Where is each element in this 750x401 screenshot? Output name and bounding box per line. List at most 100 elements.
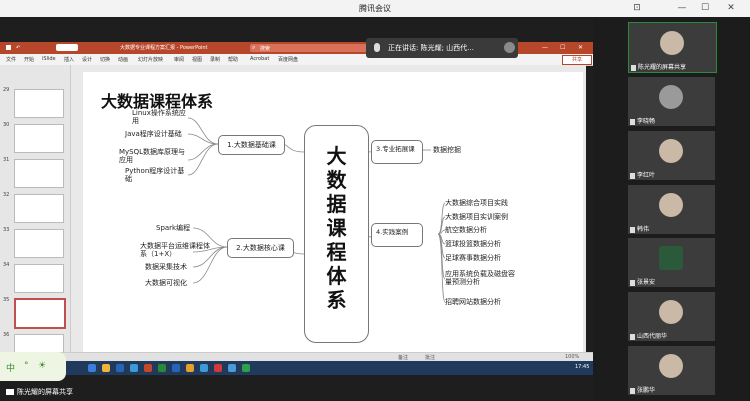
slide-thumbnail[interactable]	[14, 89, 64, 118]
undo-icon[interactable]: ↶	[16, 45, 20, 51]
leaf-item: Spark编程	[156, 224, 191, 232]
ribbon-tab-slideshow[interactable]: 幻灯片放映	[138, 56, 163, 63]
chrome-icon[interactable]	[102, 364, 110, 372]
participant-name: 李红叶	[637, 172, 656, 179]
window-title-bar: 腾讯会议 ⊡ — ☐ ✕	[0, 0, 750, 18]
participant-tile[interactable]: 山西代丽华	[628, 292, 715, 341]
participant-name: 张鹏华	[637, 387, 656, 394]
ime-mode[interactable]: 中	[6, 361, 15, 374]
save-icon[interactable]	[6, 45, 11, 50]
ppt-search-box[interactable]: ⌕ 搜索	[250, 44, 370, 52]
ppt-maximize-button[interactable]: ☐	[560, 44, 565, 51]
participant-tile[interactable]: 李红叶	[628, 131, 715, 180]
thumb-number: 35	[3, 297, 10, 303]
avatar	[660, 31, 684, 55]
slide-thumbnail[interactable]	[14, 264, 64, 293]
participant-tile[interactable]: 陈光耀的屏幕共享	[628, 22, 717, 73]
slide-thumbnail[interactable]	[14, 124, 64, 153]
start-icon[interactable]	[88, 364, 96, 372]
slide: 大数据课程体系 大数据课程体系 1.大数据基础课 2.大数据核心课 3.专业拓展…	[83, 72, 583, 352]
ppt-minimize-button[interactable]: —	[542, 44, 548, 51]
pin-icon[interactable]: ⊡	[630, 2, 644, 14]
speaking-indicator: 正在讲话: 陈光耀; 山西代...	[366, 38, 518, 58]
meeting-icon[interactable]	[228, 364, 236, 372]
thumb-number: 32	[3, 192, 10, 198]
ribbon-tab-animations[interactable]: 动画	[118, 56, 128, 63]
ribbon-tab-transitions[interactable]: 切换	[100, 56, 110, 63]
notes-button[interactable]: 备注	[398, 354, 408, 361]
ppt-share-button[interactable]: 共享	[562, 55, 592, 65]
branch-label: 3.专业拓展课	[376, 145, 415, 153]
branch-node-core: 2.大数据核心课	[227, 238, 294, 258]
microphone-icon	[374, 43, 380, 52]
zoom-level[interactable]: 100%	[565, 354, 579, 360]
ribbon-tab-acrobat[interactable]: Acrobat	[250, 56, 269, 62]
leaf-item: Linux操作系统应用	[132, 109, 186, 125]
thumb-number: 36	[3, 332, 10, 338]
powerpoint-icon[interactable]	[144, 364, 152, 372]
leaf-item: 招聘网站数据分析	[445, 298, 501, 306]
slide-thumbnail-pane: 29 30 31 32 33 34 35 36	[0, 65, 71, 363]
leaf-item: Java程序设计基础	[125, 130, 182, 138]
ribbon-tab-islide[interactable]: iSlide	[42, 56, 56, 62]
center-node-char: 据	[326, 192, 347, 216]
ribbon-tab-design[interactable]: 设计	[82, 56, 92, 63]
ppt-close-button[interactable]: ✕	[578, 44, 583, 51]
mic-off-icon	[630, 226, 635, 233]
branch-node-basic: 1.大数据基础课	[218, 135, 285, 155]
participant-name: 韩伟	[637, 226, 650, 233]
screen-icon	[631, 64, 636, 71]
center-node-char: 大	[326, 144, 347, 168]
branch-label: 4.实践案例	[376, 228, 409, 236]
maximize-button[interactable]: ☐	[698, 2, 712, 14]
os-taskbar: 17:45	[0, 361, 593, 375]
participant-tile[interactable]: 张景安	[628, 238, 715, 287]
ribbon-tab-review[interactable]: 审阅	[174, 56, 184, 63]
system-clock: 17:45	[575, 364, 590, 370]
word-icon[interactable]	[172, 364, 180, 372]
center-node-char: 课	[326, 216, 347, 240]
slide-thumbnail[interactable]	[14, 194, 64, 223]
ribbon-tab-help[interactable]: 帮助	[228, 56, 238, 63]
app-icon[interactable]	[200, 364, 208, 372]
folder-icon[interactable]	[186, 364, 194, 372]
wechat-icon[interactable]	[242, 364, 250, 372]
mic-off-icon	[630, 118, 635, 125]
comments-button[interactable]: 批注	[425, 354, 435, 361]
center-node-char: 程	[326, 240, 347, 264]
participant-tile[interactable]: 张鹏华	[628, 346, 715, 395]
app-icon[interactable]	[130, 364, 138, 372]
center-node-text: 大数据课程体系	[305, 144, 368, 312]
mic-off-icon	[630, 279, 635, 286]
app-icon[interactable]	[214, 364, 222, 372]
autosave-toggle[interactable]	[56, 44, 78, 51]
screen-share-label: 陈光耀的屏幕共享	[6, 387, 73, 397]
avatar	[659, 354, 683, 378]
leaf-item: 大数据平台运维课程体系（1+X）	[140, 242, 210, 258]
ppt-search-placeholder: 搜索	[260, 46, 271, 52]
ribbon-tab-baidu[interactable]: 百度网盘	[278, 56, 298, 63]
participant-tile[interactable]: 韩伟	[628, 185, 715, 234]
participant-tile[interactable]: 李晓畅	[628, 77, 715, 126]
ribbon-tab-insert[interactable]: 插入	[64, 56, 74, 63]
ribbon-tab-file[interactable]: 文件	[6, 56, 16, 63]
ppt-share-label: 共享	[571, 57, 582, 63]
center-node-char: 体	[326, 264, 347, 288]
app-icon[interactable]	[158, 364, 166, 372]
app-icon[interactable]	[116, 364, 124, 372]
ribbon-tab-record[interactable]: 录制	[210, 56, 220, 63]
ribbon-tab-view[interactable]: 视图	[192, 56, 202, 63]
slide-thumbnail-selected[interactable]	[14, 298, 66, 329]
minimize-button[interactable]: —	[675, 2, 689, 14]
close-button[interactable]: ✕	[724, 2, 738, 14]
ime-skin[interactable]: ☀	[38, 361, 46, 371]
ribbon-tab-home[interactable]: 开始	[24, 56, 34, 63]
participant-name: 李晓畅	[637, 118, 656, 125]
ime-punct[interactable]: °	[24, 361, 29, 371]
slide-thumbnail[interactable]	[14, 159, 64, 188]
ime-toolbar[interactable]: 中 ° ☀	[0, 352, 66, 381]
slide-thumbnail[interactable]	[14, 229, 64, 258]
leaf-item: 数据挖掘	[433, 146, 461, 154]
avatar	[659, 246, 683, 270]
avatar	[659, 139, 683, 163]
